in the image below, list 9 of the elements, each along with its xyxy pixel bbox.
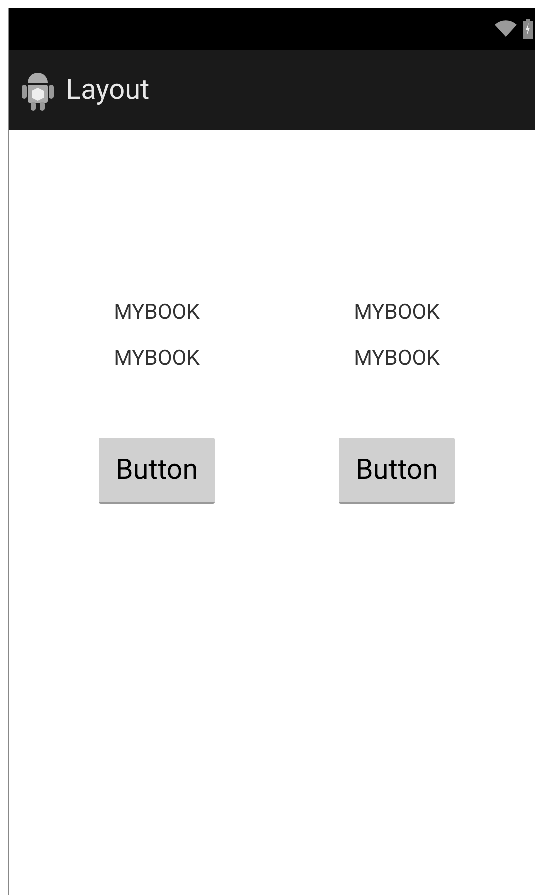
text-label: MYBOOK xyxy=(354,346,440,373)
wifi-icon xyxy=(495,20,517,38)
button[interactable]: Button xyxy=(99,438,215,504)
button[interactable]: Button xyxy=(339,438,455,504)
text-label: MYBOOK xyxy=(114,300,200,327)
text-label: MYBOOK xyxy=(114,346,200,373)
text-label: MYBOOK xyxy=(354,300,440,327)
battery-icon xyxy=(523,19,533,39)
app-title: Layout xyxy=(66,72,150,108)
